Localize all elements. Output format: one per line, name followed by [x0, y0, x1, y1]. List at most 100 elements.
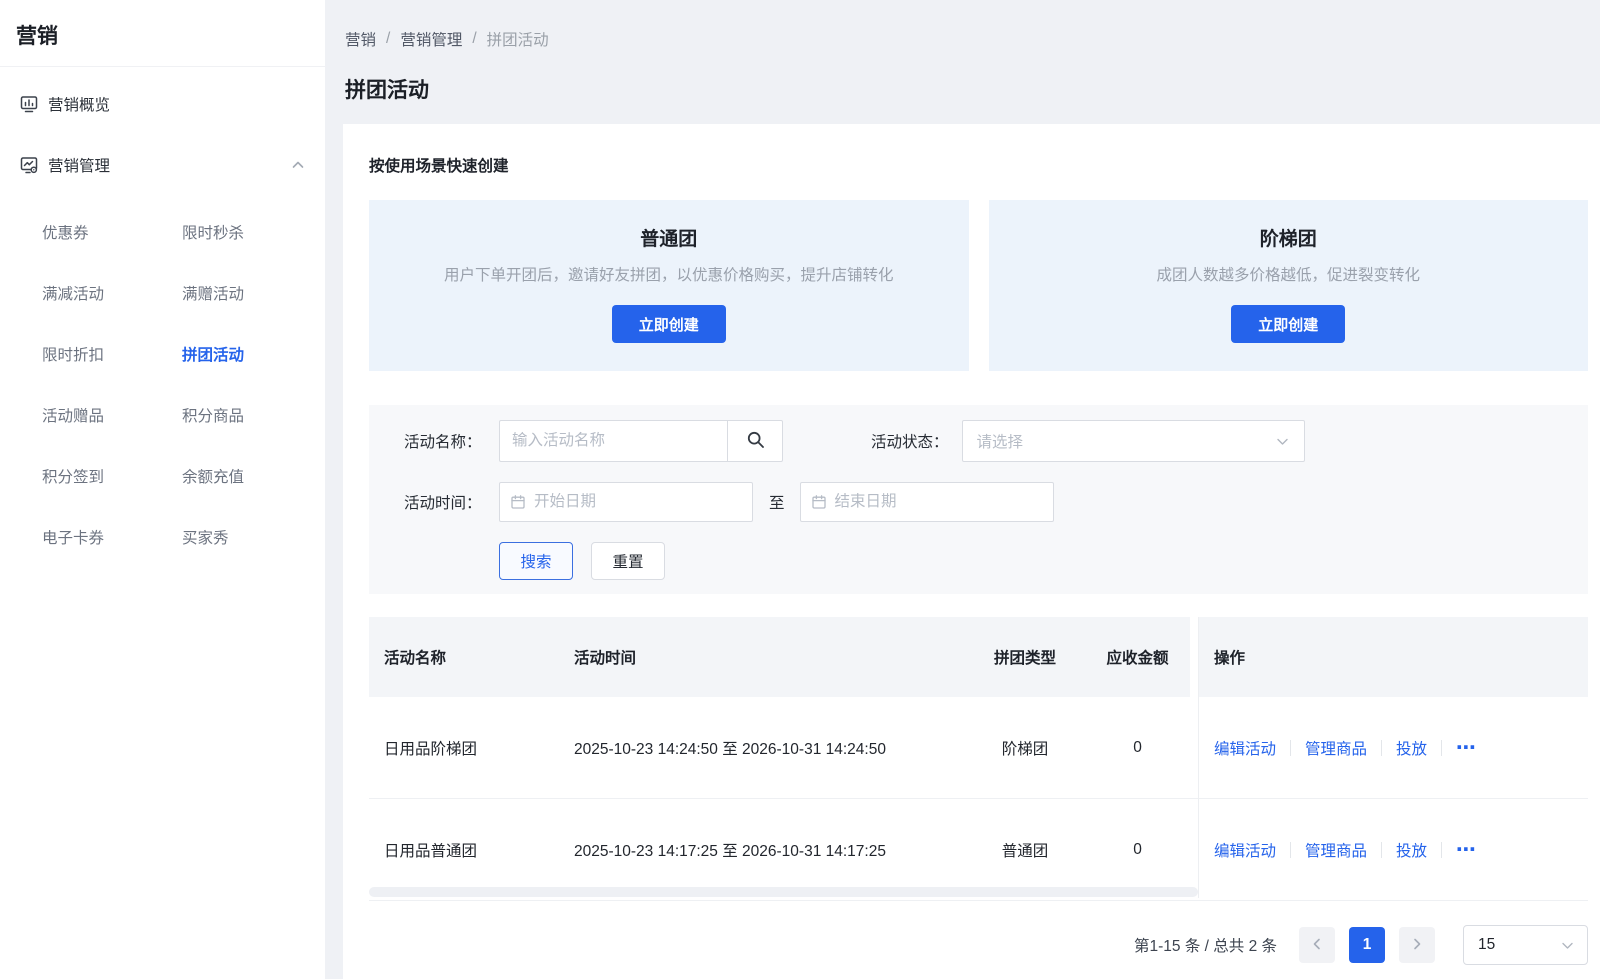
pagination-summary: 第1-15 条 / 总共 2 条: [1134, 934, 1277, 956]
breadcrumb-separator: /: [386, 30, 390, 48]
cell-amount: 0: [1085, 799, 1190, 900]
sidebar-subitem-coupon[interactable]: 优惠券: [42, 201, 182, 262]
activity-name-input[interactable]: [499, 420, 727, 462]
sidebar-subitem-points-goods[interactable]: 积分商品: [182, 384, 322, 445]
cell-activity-time: 2025-10-23 14:17:25 至 2026-10-31 14:17:2…: [574, 799, 965, 900]
page-size-value: 15: [1478, 936, 1560, 954]
sidebar-subitem-balance-recharge[interactable]: 余额充值: [182, 445, 322, 506]
action-divider: [1441, 842, 1442, 858]
scene-cards: 普通团 用户下单开团后，邀请好友拼团，以优惠价格购买，提升店铺转化 立即创建 阶…: [369, 200, 1588, 371]
monitor-line-chart-gear-icon: [18, 154, 40, 176]
scene-card-title: 普通团: [640, 224, 697, 251]
sidebar-item-label: 营销管理: [48, 154, 110, 176]
sidebar-subitem-points-checkin[interactable]: 积分签到: [42, 445, 182, 506]
start-date-field[interactable]: [534, 493, 742, 511]
table-horizontal-scrollbar[interactable]: [369, 887, 1198, 897]
filter-row-2: 活动时间： 至: [404, 482, 1588, 522]
reset-button[interactable]: 重置: [591, 542, 665, 580]
activity-status-select[interactable]: 请选择: [962, 420, 1305, 462]
cell-activity-name: 日用品阶梯团: [369, 697, 574, 798]
quick-create-section-title: 按使用场景快速创建: [369, 154, 1588, 176]
action-divider: [1290, 842, 1291, 858]
edit-activity-link[interactable]: 编辑活动: [1214, 737, 1276, 759]
cell-activity-time: 2025-10-23 14:24:50 至 2026-10-31 14:24:5…: [574, 697, 965, 798]
next-page-button[interactable]: [1399, 927, 1435, 963]
sidebar-subitem-full-reduction[interactable]: 满减活动: [42, 262, 182, 323]
cell-group-type: 普通团: [965, 799, 1085, 900]
search-icon-button[interactable]: [727, 420, 783, 462]
table-row: 日用品阶梯团 2025-10-23 14:24:50 至 2026-10-31 …: [369, 697, 1588, 799]
search-button[interactable]: 搜索: [499, 542, 573, 580]
col-header-actions: 操作: [1198, 617, 1588, 697]
sidebar: 营销 营销概览: [0, 0, 325, 979]
col-header-amount: 应收金额: [1085, 617, 1190, 697]
filter-row-1: 活动名称： 活动状态：: [404, 420, 1588, 462]
end-date-input[interactable]: [800, 482, 1054, 522]
page-title: 拼团活动: [345, 74, 1600, 104]
app-window: 营销 营销概览: [0, 0, 1600, 979]
sidebar-subitem-buyer-show[interactable]: 买家秀: [182, 506, 322, 567]
breadcrumb-current: 拼团活动: [487, 28, 549, 50]
more-actions-icon[interactable]: ⋯: [1456, 738, 1476, 758]
table-body: 日用品阶梯团 2025-10-23 14:24:50 至 2026-10-31 …: [369, 697, 1588, 901]
breadcrumb: 营销 / 营销管理 / 拼团活动: [345, 28, 1600, 50]
magnifier-icon: [746, 430, 765, 452]
publish-link[interactable]: 投放: [1396, 839, 1427, 861]
action-divider: [1441, 740, 1442, 756]
monitor-bar-chart-icon: [18, 93, 40, 115]
activity-name-label: 活动名称：: [404, 430, 499, 452]
sidebar-subitem-ecard[interactable]: 电子卡券: [42, 506, 182, 567]
calendar-icon: [811, 494, 827, 510]
activity-time-label: 活动时间：: [404, 491, 499, 513]
activity-name-input-group: [499, 420, 783, 462]
edit-activity-link[interactable]: 编辑活动: [1214, 839, 1276, 861]
date-range-separator: 至: [769, 491, 785, 513]
chevron-left-icon: [1310, 937, 1324, 954]
prev-page-button[interactable]: [1299, 927, 1335, 963]
pagination: 第1-15 条 / 总共 2 条 1: [369, 901, 1588, 979]
scene-card-description: 成团人数越多价格越低，促进裂变转化: [1156, 263, 1420, 285]
scene-card-title: 阶梯团: [1260, 224, 1317, 251]
col-header-group-type: 拼团类型: [965, 617, 1085, 697]
scene-card-description: 用户下单开团后，邀请好友拼团，以优惠价格购买，提升店铺转化: [444, 263, 894, 285]
sidebar-subitem-activity-gift[interactable]: 活动赠品: [42, 384, 182, 445]
breadcrumb-separator: /: [472, 30, 476, 48]
sidebar-subitem-group-buy[interactable]: 拼团活动: [182, 323, 322, 384]
sidebar-subitem-limited-discount[interactable]: 限时折扣: [42, 323, 182, 384]
start-date-input[interactable]: [499, 482, 753, 522]
create-normal-group-button[interactable]: 立即创建: [612, 305, 726, 343]
chevron-down-icon: [1560, 938, 1575, 953]
page-size-select[interactable]: 15: [1463, 925, 1588, 965]
sidebar-subitem-full-gift[interactable]: 满赠活动: [182, 262, 322, 323]
chevron-down-icon: [1275, 434, 1290, 449]
publish-link[interactable]: 投放: [1396, 737, 1427, 759]
cell-activity-name: 日用品普通团: [369, 799, 574, 900]
sidebar-item-marketing-overview[interactable]: 营销概览: [0, 73, 325, 134]
sidebar-submenu: 优惠券 限时秒杀 满减活动 满赠活动 限时折扣 拼团活动 活动赠品 积分商品 积…: [0, 201, 325, 567]
end-date-field[interactable]: [835, 493, 1043, 511]
sidebar-nav: 营销概览 营销管理: [0, 67, 325, 567]
main-area: 营销 / 营销管理 / 拼团活动 拼团活动 按使用场景快速创建 普通团 用户下单…: [325, 0, 1600, 979]
scene-card-ladder-group: 阶梯团 成团人数越多价格越低，促进裂变转化 立即创建: [989, 200, 1589, 371]
col-header-activity-time: 活动时间: [574, 617, 965, 697]
cell-actions: 编辑活动 管理商品 投放 ⋯: [1198, 799, 1588, 900]
fixed-column-divider: [1198, 617, 1199, 898]
breadcrumb-marketing[interactable]: 营销: [345, 28, 376, 50]
sidebar-item-marketing-manage[interactable]: 营销管理: [0, 134, 325, 195]
action-divider: [1290, 740, 1291, 756]
more-actions-icon[interactable]: ⋯: [1456, 840, 1476, 860]
sidebar-subitem-flash-sale[interactable]: 限时秒杀: [182, 201, 322, 262]
manage-goods-link[interactable]: 管理商品: [1305, 737, 1367, 759]
cell-amount: 0: [1085, 697, 1190, 798]
manage-goods-link[interactable]: 管理商品: [1305, 839, 1367, 861]
activity-status-label: 活动状态：: [871, 430, 949, 452]
content-card: 按使用场景快速创建 普通团 用户下单开团后，邀请好友拼团，以优惠价格购买，提升店…: [343, 124, 1600, 979]
page-number-1[interactable]: 1: [1349, 927, 1385, 963]
create-ladder-group-button[interactable]: 立即创建: [1231, 305, 1345, 343]
col-header-activity-name: 活动名称: [369, 617, 574, 697]
breadcrumb-marketing-manage[interactable]: 营销管理: [400, 28, 462, 50]
activity-table: 活动名称 活动时间 拼团类型 应收金额 操作 日用品阶梯团 2025-10-23…: [369, 617, 1588, 901]
scene-card-normal-group: 普通团 用户下单开团后，邀请好友拼团，以优惠价格购买，提升店铺转化 立即创建: [369, 200, 969, 371]
select-placeholder: 请选择: [977, 430, 1275, 452]
chevron-up-icon[interactable]: [291, 158, 305, 172]
